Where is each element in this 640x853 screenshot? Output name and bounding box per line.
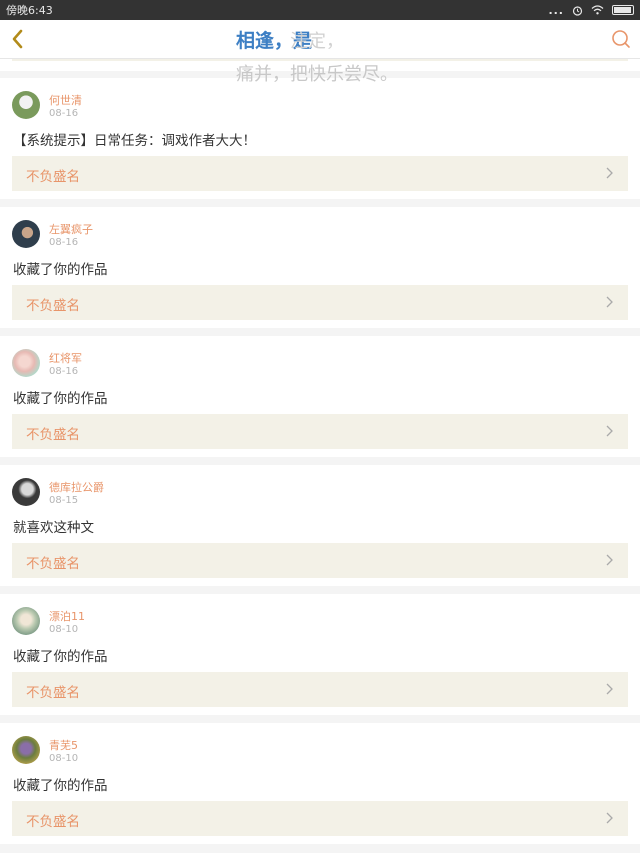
avatar[interactable] <box>12 220 40 248</box>
top-bar: 相逢，是 注定， <box>0 20 640 59</box>
work-link[interactable]: 不负盛名 <box>12 414 628 449</box>
more-dots-indicator: ... <box>548 3 564 17</box>
work-link[interactable]: 不负盛名 <box>12 285 628 320</box>
chevron-right-icon <box>606 167 613 179</box>
alarm-icon <box>572 5 583 16</box>
username[interactable]: 青芜5 <box>49 737 78 753</box>
chevron-left-icon <box>12 29 23 49</box>
notification-card: 红将军 08-16 收藏了你的作品 不负盛名 <box>0 336 640 457</box>
back-button[interactable] <box>6 26 32 52</box>
notification-message: 收藏了你的作品 <box>13 391 108 407</box>
notification-card: 青芜5 08-10 收藏了你的作品 不负盛名 <box>0 723 640 844</box>
chevron-right-icon <box>606 683 613 695</box>
work-title: 不负盛名 <box>26 427 80 443</box>
notification-date: 08-16 <box>49 366 79 377</box>
notification-card: 左翼疯子 08-16 收藏了你的作品 不负盛名 <box>0 207 640 328</box>
username[interactable]: 德库拉公爵 <box>49 479 104 495</box>
status-time: 傍晚6:43 <box>6 4 53 17</box>
search-icon <box>612 30 630 48</box>
work-title: 不负盛名 <box>26 298 80 314</box>
work-title: 不负盛名 <box>26 169 80 185</box>
notification-date: 08-16 <box>49 108 79 119</box>
wifi-icon <box>591 5 604 15</box>
notification-card: 何世清 08-16 【系统提示】日常任务：调戏作者大大！ 不负盛名 <box>0 78 640 199</box>
username[interactable]: 漂泊11 <box>49 608 85 624</box>
work-title: 不负盛名 <box>26 685 80 701</box>
status-bar: 傍晚6:43 ... <box>0 0 640 20</box>
work-link[interactable]: 不负盛名 <box>12 543 628 578</box>
username[interactable]: 红将军 <box>49 350 82 366</box>
work-link[interactable]: 不负盛名 <box>12 672 628 707</box>
avatar[interactable] <box>12 736 40 764</box>
notification-date: 08-15 <box>49 495 79 506</box>
notification-message: 收藏了你的作品 <box>13 778 108 794</box>
work-link[interactable]: 不负盛名 <box>12 156 628 191</box>
ghost-text-line-2: 痛并，把快乐尝尽。 <box>236 64 398 85</box>
notification-date: 08-10 <box>49 624 79 635</box>
avatar[interactable] <box>12 478 40 506</box>
avatar[interactable] <box>12 607 40 635</box>
work-link[interactable]: 不负盛名 <box>12 801 628 836</box>
chevron-right-icon <box>606 425 613 437</box>
notification-date: 08-16 <box>49 237 79 248</box>
work-title: 不负盛名 <box>26 814 80 830</box>
notification-message: 收藏了你的作品 <box>13 649 108 665</box>
avatar[interactable] <box>12 91 40 119</box>
notification-message: 就喜欢这种文 <box>13 520 94 536</box>
chevron-right-icon <box>606 554 613 566</box>
notification-message: 收藏了你的作品 <box>13 262 108 278</box>
avatar[interactable] <box>12 349 40 377</box>
chevron-right-icon <box>606 296 613 308</box>
chevron-right-icon <box>606 812 613 824</box>
username[interactable]: 左翼疯子 <box>49 221 93 237</box>
notification-message: 【系统提示】日常任务：调戏作者大大！ <box>13 133 256 149</box>
notification-date: 08-10 <box>49 753 79 764</box>
username[interactable]: 何世清 <box>49 92 82 108</box>
notification-card: 德库拉公爵 08-15 就喜欢这种文 不负盛名 <box>0 465 640 586</box>
search-button[interactable] <box>608 26 634 52</box>
notification-card: 漂泊11 08-10 收藏了你的作品 不负盛名 <box>0 594 640 715</box>
battery-icon <box>612 5 634 15</box>
ghost-text-line-1: 注定， <box>290 31 344 52</box>
work-title: 不负盛名 <box>26 556 80 572</box>
